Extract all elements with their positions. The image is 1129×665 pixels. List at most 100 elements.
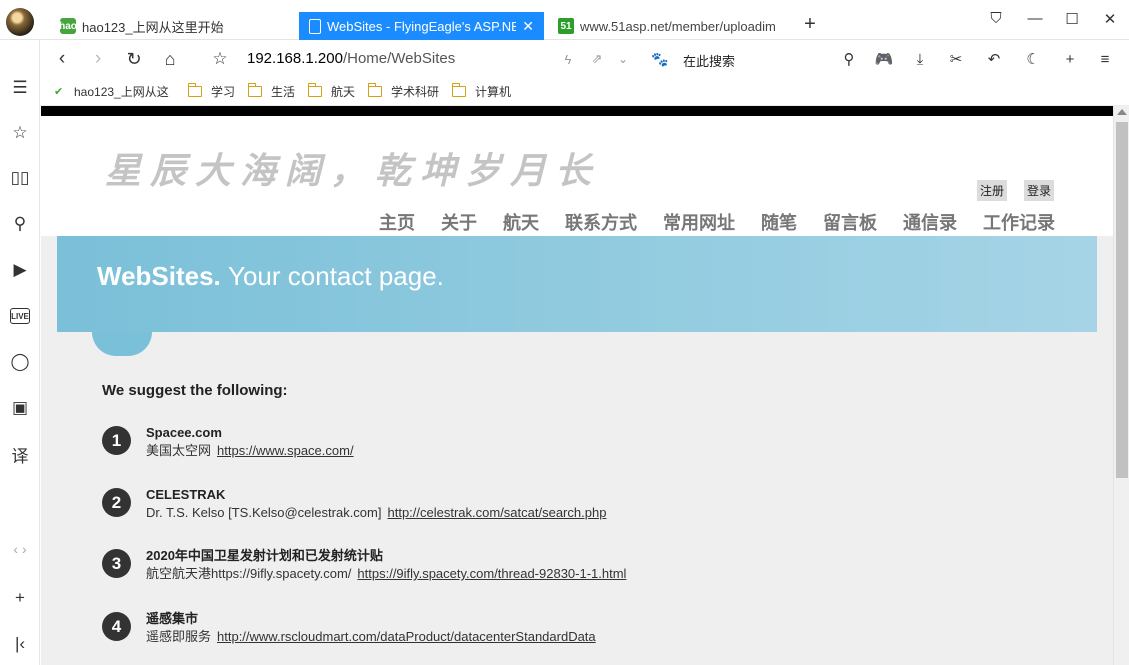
tab-title: WebSites - FlyingEagle's ASP.NET [327,18,517,34]
tab-websites-active[interactable]: WebSites - FlyingEagle's ASP.NET ✕ [299,12,544,40]
main-nav: 主页 关于 航天 联系方式 常用网址 随笔 留言板 通信录 工作记录 [379,209,1055,235]
item-link[interactable]: http://celestrak.com/satcat/search.php [387,505,606,520]
download-icon[interactable]: ⤓ [909,48,931,70]
nav-aerospace[interactable]: 航天 [503,209,539,235]
search-input[interactable]: 在此搜索 [683,51,735,70]
close-window-button[interactable]: ✕ [1100,10,1120,28]
bookmark-label: 计算机 [475,85,512,99]
section-heading: We suggest the following: [102,382,288,399]
nav-websites[interactable]: 常用网址 [663,209,735,235]
item-desc: Dr. T.S. Kelso [TS.Kelso@celestrak.com] [146,505,382,520]
bookmark-label: 生活 [271,85,296,99]
add-icon[interactable]: + [8,586,32,610]
add-extension-icon[interactable]: + [1059,48,1081,70]
folder-icon [368,83,382,97]
home-button[interactable]: ⌂ [158,47,182,71]
user-avatar[interactable] [6,8,34,36]
dropdown-chevron-icon[interactable]: ⌄ [611,47,635,71]
lightning-icon[interactable]: ϟ [556,47,580,71]
menu-icon[interactable]: ≡ [1094,48,1116,70]
bookmark-folder-computer[interactable]: 计算机 [452,83,511,100]
folder-icon [308,83,322,97]
bookmark-star-icon[interactable]: ☆ [208,47,232,71]
address-toolbar: ‹ › ↻ ⌂ ☆ 192.168.1.200/Home/WebSites ϟ … [40,40,1129,77]
minimize-button[interactable]: — [1025,10,1045,27]
maximize-button[interactable]: ☐ [1062,10,1082,28]
item-number: 1 [102,426,131,455]
hero-title: WebSites. [97,261,221,291]
scrollbar-thumb[interactable] [1116,122,1128,478]
nav-essays[interactable]: 随笔 [761,209,797,235]
document-icon [309,18,321,34]
undo-icon[interactable]: ↶ [983,48,1005,70]
tab-title: www.51asp.net/member/uploadim [580,18,776,34]
nav-home[interactable]: 主页 [379,209,415,235]
forward-button[interactable]: › [86,47,110,71]
briefcase-icon[interactable]: ▣ [8,396,32,420]
video-icon[interactable]: ▶ [8,258,32,282]
item-title: 遥感集市 [146,611,199,626]
list-item: 4 遥感集市 遥感即服务 http://www.rscloudmart.com/d… [102,610,596,646]
bookmark-hao123[interactable]: ✔ hao123_上网从这 [54,83,169,100]
star-icon[interactable]: ☆ [8,121,32,145]
main-content: We suggest the following: 1 Spacee.com 美… [102,382,1062,644]
item-link[interactable]: https://9ifly.spacety.com/thread-92830-1… [357,566,626,581]
close-tab-icon[interactable]: ✕ [516,18,534,35]
live-icon[interactable]: LIVE [10,308,30,324]
bookmark-label: 学习 [211,85,236,99]
bookmark-folder-research[interactable]: 学术科研 [368,83,439,100]
tab-hao123[interactable]: hao hao123_上网从这里开始 [50,12,295,40]
bookmark-folder-life[interactable]: 生活 [248,83,295,100]
book-icon[interactable]: ▯▯ [8,166,32,190]
hero-tab-decoration [92,332,152,356]
bookmark-folder-aerospace[interactable]: 航天 [308,83,355,100]
tab-strip: hao hao123_上网从这里开始 WebSites - FlyingEagl… [0,0,1129,40]
scissors-icon[interactable]: ✂ [945,48,967,70]
item-link[interactable]: https://www.space.com/ [217,443,354,458]
register-link[interactable]: 注册 [977,180,1008,201]
folder-icon [248,83,262,97]
item-number: 2 [102,488,131,517]
site-51-icon: 51 [558,18,574,34]
arrows-icon[interactable]: ‹ › [8,537,32,561]
scroll-up-arrow[interactable] [1117,109,1127,115]
back-button[interactable]: ‹ [50,47,74,71]
night-mode-icon[interactable]: ☾ [1022,48,1044,70]
url-host: 192.168.1.200 [247,50,343,67]
nav-contact[interactable]: 联系方式 [565,209,637,235]
tab-51asp[interactable]: 51 www.51asp.net/member/uploadim [548,12,788,40]
translate-icon[interactable]: 译 [8,442,32,466]
reload-button[interactable]: ↻ [122,47,146,71]
search-icon[interactable]: ⚲ [8,212,32,236]
chat-icon[interactable]: ◯ [8,350,32,374]
hao123-icon: hao [59,18,77,34]
hao123-icon: ✔ [54,85,64,98]
list-item: 1 Spacee.com 美国太空网 https://www.space.com/ [102,424,354,460]
login-link[interactable]: 登录 [1024,180,1055,201]
bookmark-folder-study[interactable]: 学习 [188,83,235,100]
url-bar[interactable]: 192.168.1.200/Home/WebSites [247,50,455,67]
new-tab-button[interactable]: + [800,13,820,36]
nav-about[interactable]: 关于 [441,209,477,235]
share-icon[interactable]: ⇗ [585,47,609,71]
news-icon[interactable]: ☰ [8,76,32,100]
left-sidebar: ☰ ☆ ▯▯ ⚲ ▶ LIVE ◯ ▣ 译 ‹ › + |‹ [0,40,40,665]
folder-icon [188,83,202,97]
nav-address-book[interactable]: 通信录 [903,209,957,235]
nav-guestbook[interactable]: 留言板 [823,209,877,235]
bookmark-label: hao123_上网从这 [74,85,169,99]
baidu-paw-icon[interactable]: 🐾 [648,47,672,71]
page-viewport: 星辰大海阔，乾坤岁月长 注册 登录 主页 关于 航天 联系方式 常用网址 随笔 … [41,106,1113,665]
page-title: WebSites. Your contact page. [97,261,444,292]
item-desc: 美国太空网 [146,443,212,458]
game-controller-icon[interactable]: 🎮 [873,48,895,70]
vertical-scrollbar[interactable] [1113,106,1129,665]
collapse-sidebar-icon[interactable]: |‹ [8,632,32,656]
site-header: 星辰大海阔，乾坤岁月长 注册 登录 主页 关于 航天 联系方式 常用网址 随笔 … [41,116,1113,236]
shirt-icon[interactable]: ⛉ [986,10,1006,27]
search-magnifier-icon[interactable]: ⚲ [838,48,860,70]
item-number: 3 [102,549,131,578]
item-link[interactable]: http://www.rscloudmart.com/dataProduct/d… [217,629,596,644]
nav-work-log[interactable]: 工作记录 [983,209,1055,235]
folder-icon [452,83,466,97]
